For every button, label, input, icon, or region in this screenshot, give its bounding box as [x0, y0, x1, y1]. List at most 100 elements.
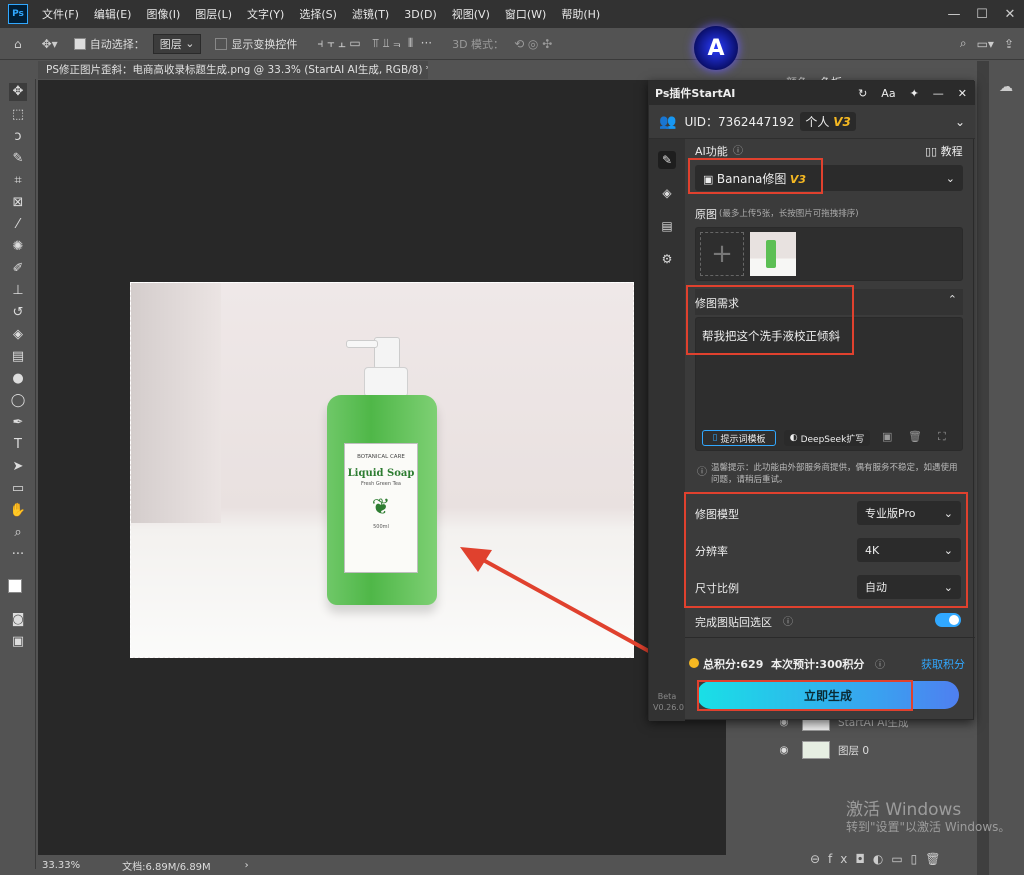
plugin-title-bar[interactable]: Ps插件StartAI ↻ Aa ✦ — ✕: [649, 81, 975, 105]
uid-label: UID：7362447192: [684, 115, 795, 129]
startai-logo-icon[interactable]: A: [694, 26, 738, 70]
menu-window[interactable]: 窗口(W): [505, 6, 546, 22]
path-select-icon[interactable]: ➤: [9, 458, 27, 476]
leaf-icon: ❦: [371, 495, 391, 520]
screen-mode-icon[interactable]: ▣: [9, 633, 27, 651]
dodge-tool-icon[interactable]: ◯: [9, 392, 27, 410]
chevron-up-icon[interactable]: ⌃: [948, 293, 957, 306]
pen-tool-icon[interactable]: ✒: [9, 414, 27, 432]
menu-edit[interactable]: 编辑(E): [94, 6, 132, 22]
bottle-label: BOTANICAL CARE Liquid Soap Fresh Green T…: [344, 443, 418, 573]
uid-bar[interactable]: 👥 UID：7362447192 个人 V3 ⌄: [649, 105, 975, 139]
rectangle-tool-icon[interactable]: ▭: [9, 480, 27, 498]
type-tool-icon[interactable]: T: [9, 436, 27, 454]
menu-layer[interactable]: 图层(L): [195, 6, 232, 22]
document-tab[interactable]: PS修正图片歪斜：电商高收录标题生成.png @ 33.3% (StartAI …: [38, 61, 428, 79]
refresh-icon[interactable]: ↻: [858, 87, 867, 100]
3d-tools-icons[interactable]: ⟲ ◎ ✣: [514, 37, 552, 51]
font-size-icon[interactable]: Aa: [881, 87, 895, 100]
share-icon[interactable]: ⇪: [1004, 37, 1014, 51]
history-brush-icon[interactable]: ↺: [9, 304, 27, 322]
wall-shadow: [131, 283, 221, 523]
marquee-tool-icon[interactable]: ⬚: [9, 106, 27, 124]
close-panel-icon[interactable]: ✕: [958, 87, 967, 100]
deepseek-expand-button[interactable]: ◐ DeepSeek扩写: [784, 430, 870, 446]
info-icon[interactable]: ⓘ: [733, 142, 743, 157]
save-icon[interactable]: ▣: [882, 430, 892, 443]
zoom-level[interactable]: 33.33%: [42, 860, 80, 871]
auto-select-target-value: 图层: [159, 37, 182, 51]
ai-function-label: AI功能: [695, 145, 728, 158]
activation-title: 激活 Windows: [846, 800, 962, 820]
eraser-tool-icon[interactable]: ◈: [9, 326, 27, 344]
menu-3d[interactable]: 3D(D): [404, 8, 437, 21]
search-icon[interactable]: ⌕: [960, 36, 967, 51]
menu-type[interactable]: 文字(Y): [247, 6, 284, 22]
source-image-thumbnail[interactable]: [750, 232, 796, 276]
version-label: V0.26.0: [653, 703, 684, 712]
creative-cloud-icon[interactable]: ☁: [999, 79, 1013, 95]
eyedropper-tool-icon[interactable]: ⁄: [9, 216, 27, 234]
layer-row-0[interactable]: ◉ 图层 0: [776, 740, 976, 760]
source-images-area: +: [695, 227, 963, 281]
info-icon[interactable]: ⓘ: [783, 613, 793, 628]
minimize-button[interactable]: —: [940, 7, 968, 22]
visibility-eye-icon[interactable]: ◉: [776, 744, 792, 756]
menu-select[interactable]: 选择(S): [299, 6, 337, 22]
3d-mode-label: 3D 模式：: [452, 37, 505, 51]
status-arrow-icon[interactable]: ›: [245, 860, 249, 871]
menu-view[interactable]: 视图(V): [452, 6, 490, 22]
minimize-panel-icon[interactable]: —: [933, 87, 944, 100]
quick-select-tool-icon[interactable]: ✎: [9, 150, 27, 168]
prompt-template-button[interactable]: ▯ 提示词模板: [702, 430, 776, 446]
chevron-down-icon[interactable]: ⌄: [955, 115, 965, 129]
expand-icon[interactable]: ⛶: [938, 430, 946, 444]
paste-back-toggle[interactable]: [935, 613, 961, 627]
gradient-tool-icon[interactable]: ▤: [9, 348, 27, 366]
zoom-tool-icon[interactable]: ⌕: [9, 524, 27, 542]
crop-tool-icon[interactable]: ⌗: [9, 172, 27, 190]
tutorial-link[interactable]: ▯▯ 教程: [925, 143, 963, 159]
layer-panel-buttons[interactable]: ⊖fx◘◐▭▯🗑: [810, 852, 980, 870]
close-button[interactable]: ✕: [996, 7, 1024, 22]
menu-filter[interactable]: 滤镜(T): [352, 6, 389, 22]
home-icon[interactable]: ⌂: [14, 37, 22, 51]
layers-icon[interactable]: ◈: [658, 184, 676, 202]
hand-tool-icon[interactable]: ✋: [9, 502, 27, 520]
auto-select-target-dropdown[interactable]: 图层 ⌄: [152, 33, 202, 54]
trash-icon[interactable]: 🗑: [908, 430, 922, 443]
menu-file[interactable]: 文件(F): [42, 6, 79, 22]
quick-mask-icon[interactable]: ◙: [9, 611, 27, 629]
get-points-link[interactable]: 获取积分: [921, 656, 965, 672]
more-tools-icon[interactable]: ···: [9, 546, 27, 564]
maximize-button[interactable]: ☐: [968, 7, 996, 22]
frame-tool-icon[interactable]: ⊠: [9, 194, 27, 212]
healing-tool-icon[interactable]: ✺: [9, 238, 27, 256]
stamp-tool-icon[interactable]: ⊥: [9, 282, 27, 300]
align-icons[interactable]: ⫞ ⫟ ⫠ ▭ ⫪ ⫫ ⫬ ⫴ ···: [317, 36, 432, 51]
info-icon[interactable]: ⓘ: [875, 656, 885, 671]
add-image-button[interactable]: +: [700, 232, 744, 276]
clipboard-icon[interactable]: ▤: [658, 217, 676, 235]
points-text: 总积分:629 本次预计:300积分: [703, 658, 865, 671]
layer-name[interactable]: 图层 0: [838, 743, 869, 758]
pin-icon[interactable]: ✦: [910, 87, 919, 100]
settings-gear-icon[interactable]: ⚙: [658, 250, 676, 268]
move-tool-icon[interactable]: ✥: [9, 83, 27, 101]
coin-icon: [689, 658, 699, 668]
foreground-color-swatch[interactable]: [8, 579, 22, 593]
panel-scrollbar[interactable]: [977, 61, 989, 875]
workspace-icon[interactable]: ▭▾: [977, 37, 994, 51]
lasso-tool-icon[interactable]: ↄ: [9, 128, 27, 146]
menu-image[interactable]: 图像(I): [146, 6, 180, 22]
move-tool-icon[interactable]: ✥▾: [42, 37, 58, 51]
menu-help[interactable]: 帮助(H): [561, 6, 600, 22]
tools-panel: ✥ ⬚ ↄ ✎ ⌗ ⊠ ⁄ ✺ ✐ ⊥ ↺ ◈ ▤ ● ◯ ✒ T ➤ ▭ ✋ …: [0, 79, 36, 869]
edit-icon[interactable]: ✎: [658, 151, 676, 169]
notice-text: 温馨提示：此功能由外部服务商提供，偶有服务不稳定，如遇使用问题，请稍后重试。: [711, 463, 958, 485]
blur-tool-icon[interactable]: ●: [9, 370, 27, 388]
auto-select-checkbox[interactable]: 自动选择：: [73, 36, 145, 52]
account-badge: 个人 V3: [800, 112, 856, 131]
brush-tool-icon[interactable]: ✐: [9, 260, 27, 278]
show-transform-checkbox[interactable]: 显示变换控件: [215, 36, 297, 52]
